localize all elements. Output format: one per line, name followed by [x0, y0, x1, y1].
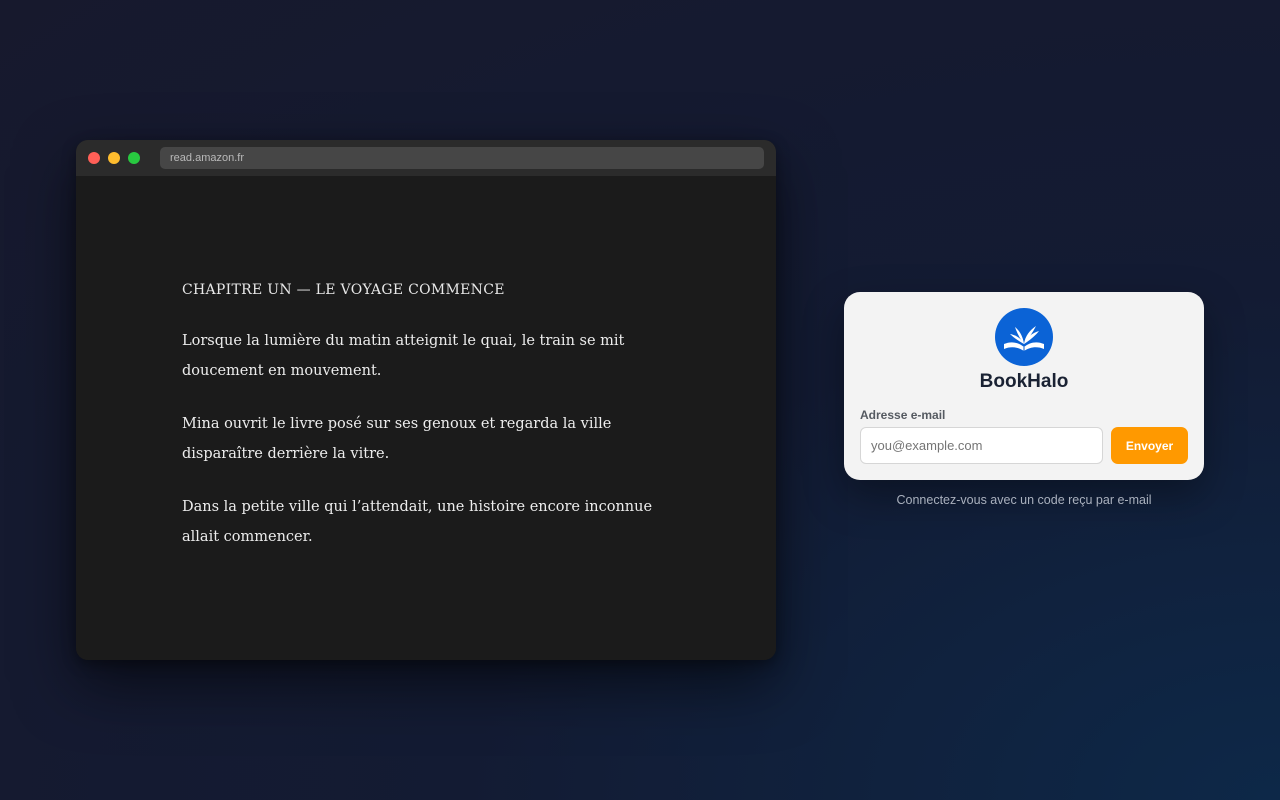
chapter-title: CHAPITRE UN — LE VOYAGE COMMENCE [182, 282, 505, 298]
brand-name: BookHalo [979, 371, 1069, 392]
email-label: Adresse e-mail [860, 408, 946, 422]
email-input[interactable] [860, 427, 1103, 464]
minimize-window-button[interactable] [108, 152, 120, 164]
reader-page: CHAPITRE UN — LE VOYAGE COMMENCE Lorsque… [76, 176, 776, 660]
open-book-icon [995, 308, 1053, 366]
send-button[interactable]: Envoyer [1111, 427, 1188, 464]
browser-window: read.amazon.fr CHAPITRE UN — LE VOYAGE C… [76, 140, 776, 660]
login-hint: Connectez-vous avec un code reçu par e-m… [896, 493, 1152, 507]
address-bar[interactable]: read.amazon.fr [160, 147, 764, 169]
browser-titlebar: read.amazon.fr [76, 140, 776, 176]
reader-paragraph: Mina ouvrit le livre posé sur ses genoux… [182, 416, 612, 462]
reader-content: CHAPITRE UN — LE VOYAGE COMMENCE Lorsque… [182, 280, 682, 575]
login-card: BookHalo Adresse e-mail Envoyer [844, 292, 1204, 480]
close-window-button[interactable] [88, 152, 100, 164]
reader-paragraph: Dans la petite ville qui l’attendait, un… [182, 499, 653, 545]
reader-paragraph: Lorsque la lumière du matin atteignit le… [182, 333, 625, 379]
maximize-window-button[interactable] [128, 152, 140, 164]
